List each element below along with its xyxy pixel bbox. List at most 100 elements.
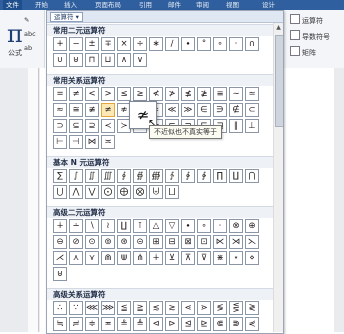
symbol-button[interactable]: ⊘ — [69, 235, 83, 249]
tab-7[interactable]: 视图 — [226, 0, 239, 10]
symbol-button[interactable]: ∘ — [213, 37, 227, 51]
symbol-button[interactable]: ⊔ — [101, 53, 115, 67]
symbol-button[interactable]: ▽ — [165, 219, 179, 233]
symbol-button[interactable]: ⊓ — [85, 53, 99, 67]
symbol-button[interactable]: ⊖ — [53, 235, 67, 249]
symbol-button[interactable]: ⊼ — [181, 251, 195, 265]
symbol-button[interactable]: ⋌ — [53, 251, 67, 265]
symbol-button[interactable]: ⊲ — [149, 317, 163, 331]
symbol-button[interactable]: ∰ — [149, 169, 163, 183]
normal-text-icon[interactable]: ab — [24, 44, 32, 52]
symbol-button[interactable]: ⊺ — [133, 219, 147, 233]
symbol-button[interactable]: ∲ — [181, 169, 195, 183]
symbol-button[interactable]: ∓ — [101, 37, 115, 51]
symbol-button[interactable]: ⋂ — [245, 169, 259, 183]
symbol-button[interactable]: ∙ — [181, 219, 195, 233]
symbol-button[interactable]: ⋀ — [69, 185, 83, 199]
symbol-button[interactable]: ∧ — [117, 53, 131, 67]
category-dropdown[interactable]: 运算符 ▾ — [50, 12, 83, 22]
symbol-button[interactable]: ⊻ — [165, 251, 179, 265]
symbol-button[interactable]: ∔ — [149, 251, 163, 265]
symbol-button[interactable]: ⊽ — [197, 251, 211, 265]
equation-label[interactable]: 公式 — [8, 48, 22, 58]
symbol-button[interactable]: ⊂ — [245, 103, 259, 117]
symbol-button[interactable]: ∈ — [197, 103, 211, 117]
symbol-button[interactable]: ⨀ — [101, 185, 115, 199]
symbol-button[interactable]: △ — [149, 219, 163, 233]
symbol-button[interactable]: ⋐ — [213, 317, 227, 331]
symbol-button[interactable]: ≦ — [117, 301, 131, 315]
symbol-button[interactable]: ⊴ — [181, 317, 195, 331]
tab-0[interactable]: 文件 — [3, 0, 22, 10]
symbol-button[interactable]: ≧ — [133, 301, 147, 315]
symbol-button[interactable]: ∐ — [229, 169, 243, 183]
symbol-button[interactable]: ⊎ — [53, 267, 67, 281]
symbol-button[interactable]: ≀ — [101, 219, 115, 233]
symbol-button[interactable]: ⊗ — [229, 219, 243, 233]
symbol-button[interactable]: ∫ — [69, 169, 83, 183]
symbol-button[interactable]: ∉ — [229, 103, 243, 117]
symbol-button[interactable]: ≒ — [53, 317, 67, 331]
symbol-button[interactable]: ⋙ — [101, 301, 115, 315]
tab-5[interactable]: 邮件 — [168, 0, 181, 10]
tab-4[interactable]: 引用 — [139, 0, 152, 10]
symbol-button[interactable]: ≥ — [133, 87, 147, 101]
symbol-button[interactable]: ⋖ — [181, 301, 195, 315]
symbol-button[interactable]: ≲ — [149, 301, 163, 315]
symbol-button[interactable]: ∪ — [53, 53, 67, 67]
symbol-button[interactable]: ∔ — [53, 219, 67, 233]
tab-6[interactable]: 审阅 — [196, 0, 209, 10]
symbol-button[interactable]: ⋅ — [213, 219, 227, 233]
scroll-up-icon[interactable]: ▲ — [274, 23, 283, 32]
symbol-button[interactable]: ⋊ — [229, 235, 243, 249]
symbol-button[interactable]: ∸ — [69, 219, 83, 233]
symbol-button[interactable]: ≠ — [69, 87, 83, 101]
ink-equation-icon[interactable]: ✎ — [24, 16, 29, 24]
symbol-button[interactable]: ⋇ — [213, 251, 227, 265]
symbol-button[interactable]: ≶ — [213, 301, 227, 315]
symbol-button[interactable]: ⨄ — [149, 185, 163, 199]
symbol-button[interactable]: ∬ — [85, 169, 99, 183]
symbol-button[interactable]: ≱ — [197, 87, 211, 101]
symbol-button[interactable]: ⨂ — [133, 185, 147, 199]
symbol-button[interactable]: ≫ — [181, 103, 195, 117]
symbol-button[interactable]: ∘ — [197, 219, 211, 233]
symbol-button[interactable]: ≖ — [101, 317, 115, 331]
symbol-button[interactable]: ≅ — [69, 103, 83, 117]
symbol-button[interactable]: ⋗ — [197, 301, 211, 315]
symbol-button[interactable]: ⊎ — [69, 53, 83, 67]
symbol-button[interactable]: ∵ — [69, 301, 83, 315]
symbol-button[interactable]: ⋓ — [117, 251, 131, 265]
symbol-button[interactable]: ⊛ — [117, 235, 131, 249]
symbol-button[interactable]: ⋋ — [245, 235, 259, 249]
symbol-button[interactable]: ≷ — [245, 301, 259, 315]
symbol-button[interactable]: ∯ — [133, 169, 147, 183]
symbol-button[interactable]: ≯ — [165, 87, 179, 101]
symbol-button[interactable]: ⊠ — [181, 235, 195, 249]
symbol-button[interactable]: ∙ — [181, 37, 195, 51]
symbol-button[interactable]: + — [53, 37, 67, 51]
symbol-button[interactable]: ∨ — [133, 53, 147, 67]
symbol-button[interactable]: ≪ — [165, 103, 179, 117]
symbol-button[interactable]: ≤ — [117, 87, 131, 101]
symbol-button[interactable]: ≄ — [101, 103, 115, 117]
symbol-button[interactable]: ⊃ — [53, 119, 67, 133]
operator-button[interactable]: 运算符 — [290, 14, 323, 26]
symbol-button[interactable]: ∼ — [229, 87, 243, 101]
symbol-button[interactable]: ∭ — [101, 169, 115, 183]
symbol-button[interactable]: ⊟ — [165, 235, 179, 249]
symbol-button[interactable]: ∑ — [53, 169, 67, 183]
matrix-button[interactable]: 矩阵 — [290, 46, 316, 58]
symbol-button[interactable]: × — [117, 37, 131, 51]
tab-3[interactable]: 页面布局 — [95, 0, 121, 10]
symbol-button[interactable]: ⨆ — [165, 185, 179, 199]
symbol-button[interactable]: ⊡ — [197, 235, 211, 249]
symbol-button[interactable]: ≜ — [133, 317, 147, 331]
symbol-button[interactable]: ⋉ — [213, 235, 227, 249]
symbol-button[interactable]: ⋏ — [69, 251, 83, 265]
symbol-button[interactable]: ≺ — [101, 119, 115, 133]
symbol-button[interactable]: > — [101, 87, 115, 101]
symbol-button[interactable]: < — [85, 87, 99, 101]
symbol-button[interactable]: ∖ — [85, 219, 99, 233]
symbol-button[interactable]: ≮ — [149, 87, 163, 101]
